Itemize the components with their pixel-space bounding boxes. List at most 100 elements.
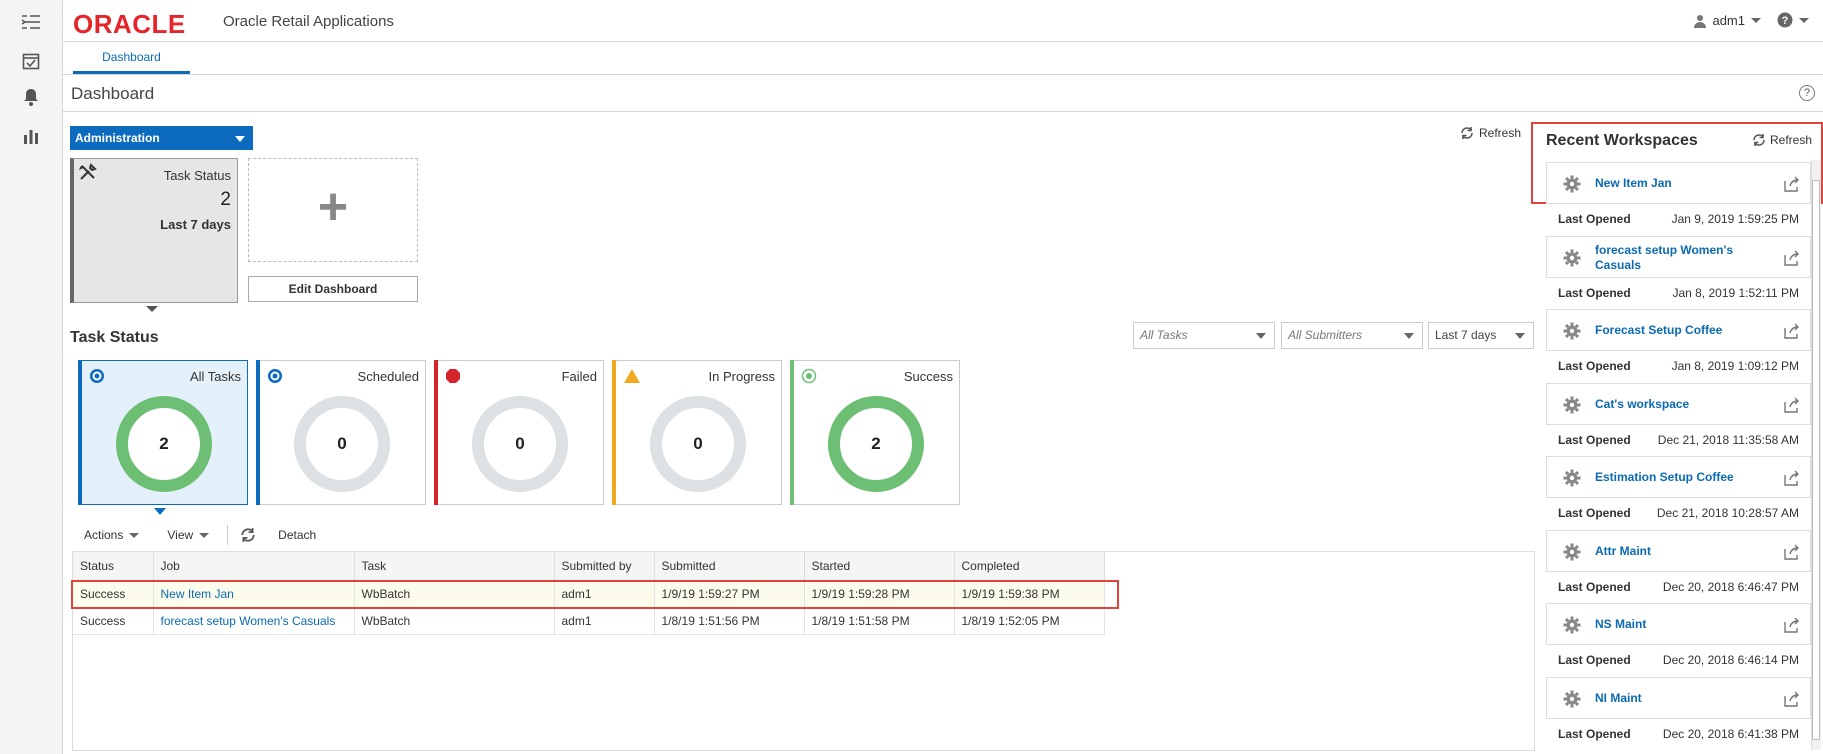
column-header[interactable]: Completed bbox=[954, 552, 1105, 581]
workspaces-refresh-button[interactable]: Refresh bbox=[1752, 133, 1812, 147]
open-external-icon[interactable] bbox=[1784, 617, 1800, 636]
column-header[interactable]: Task bbox=[354, 552, 555, 581]
detach-button[interactable]: Detach bbox=[278, 528, 316, 542]
cell-submitted-by: adm1 bbox=[554, 607, 655, 635]
card-count: 0 bbox=[472, 396, 568, 492]
actions-menu[interactable]: Actions bbox=[84, 528, 140, 542]
table-refresh-button[interactable] bbox=[240, 527, 256, 543]
oracle-logo: ORACLE bbox=[73, 9, 186, 39]
workspace-item[interactable]: New Item Jan bbox=[1546, 162, 1811, 204]
open-external-icon[interactable] bbox=[1784, 470, 1800, 489]
scrollbar-thumb[interactable] bbox=[1812, 180, 1820, 740]
cell-completed: 1/8/19 1:52:05 PM bbox=[954, 607, 1105, 635]
column-header[interactable]: Started bbox=[804, 552, 955, 581]
column-header[interactable]: Submitted bbox=[654, 552, 805, 581]
card-bar bbox=[790, 360, 794, 505]
help-menu[interactable]: ? bbox=[1777, 12, 1809, 28]
workspace-link[interactable]: forecast setup Women's Casuals bbox=[1595, 243, 1770, 273]
actions-label: Actions bbox=[84, 528, 124, 542]
workspace-link[interactable]: Forecast Setup Coffee bbox=[1595, 323, 1770, 338]
card-failed[interactable]: Failed 0 bbox=[434, 360, 604, 505]
user-name: adm1 bbox=[1712, 13, 1745, 28]
reports-icon[interactable] bbox=[19, 124, 43, 148]
open-external-icon[interactable] bbox=[1784, 397, 1800, 416]
menu-icon[interactable] bbox=[19, 10, 43, 34]
card-success[interactable]: Success 2 bbox=[790, 360, 960, 505]
open-external-icon[interactable] bbox=[1784, 691, 1800, 710]
workspace-last-opened: Last Opened Dec 20, 2018 6:46:14 PM bbox=[1546, 653, 1811, 669]
card-bar bbox=[256, 360, 260, 505]
workspace-item[interactable]: forecast setup Women's Casuals bbox=[1546, 236, 1811, 278]
workspace-link[interactable]: Attr Maint bbox=[1595, 544, 1770, 559]
page-help-icon[interactable]: ? bbox=[1799, 85, 1815, 101]
last-opened-label: Last Opened bbox=[1558, 433, 1631, 447]
period-filter[interactable]: Last 7 days bbox=[1428, 322, 1534, 349]
tab-dashboard[interactable]: Dashboard bbox=[73, 43, 190, 74]
card-scheduled[interactable]: Scheduled 0 bbox=[256, 360, 426, 505]
workspace-last-opened: Last Opened Jan 8, 2019 1:52:11 PM bbox=[1546, 286, 1811, 302]
workspace-item[interactable]: NS Maint bbox=[1546, 603, 1811, 645]
refresh-icon bbox=[1461, 127, 1473, 139]
workspace-item[interactable]: NI Maint bbox=[1546, 677, 1811, 719]
workspace-last-opened: Last Opened Jan 8, 2019 1:09:12 PM bbox=[1546, 359, 1811, 375]
submitters-filter-value: All Submitters bbox=[1288, 328, 1363, 342]
workspace-item[interactable]: Estimation Setup Coffee bbox=[1546, 456, 1811, 498]
chevron-down-icon bbox=[1515, 333, 1525, 339]
help-icon: ? bbox=[1777, 12, 1793, 28]
workspace-last-opened: Last Opened Dec 20, 2018 6:41:38 PM bbox=[1546, 727, 1811, 743]
chevron-down-icon bbox=[1404, 333, 1414, 339]
last-opened-value: Jan 8, 2019 1:09:12 PM bbox=[1671, 359, 1799, 373]
user-menu[interactable]: adm1 bbox=[1694, 13, 1761, 28]
workspace-link[interactable]: Estimation Setup Coffee bbox=[1595, 470, 1770, 485]
tile-period: Last 7 days bbox=[160, 217, 231, 232]
card-count: 2 bbox=[828, 396, 924, 492]
workspace-item[interactable]: Cat's workspace bbox=[1546, 383, 1811, 425]
task-status-title: Task Status bbox=[70, 329, 159, 346]
open-external-icon[interactable] bbox=[1784, 250, 1800, 269]
dashboard-select[interactable]: Administration bbox=[70, 126, 253, 150]
task-status-tile[interactable]: Task Status 2 Last 7 days bbox=[70, 158, 238, 303]
top-bar: ORACLE Oracle Retail Applications adm1 ? bbox=[63, 0, 1823, 42]
last-opened-label: Last Opened bbox=[1558, 727, 1631, 741]
refresh-button[interactable]: Refresh bbox=[1460, 126, 1521, 140]
tab-strip: Dashboard bbox=[63, 43, 1823, 75]
last-opened-label: Last Opened bbox=[1558, 506, 1631, 520]
tile-expand-icon[interactable] bbox=[146, 306, 158, 312]
submitters-filter[interactable]: All Submitters bbox=[1281, 322, 1423, 349]
column-header[interactable]: Job bbox=[153, 552, 355, 581]
refresh-icon bbox=[241, 528, 255, 542]
period-filter-value: Last 7 days bbox=[1435, 328, 1497, 342]
open-external-icon[interactable] bbox=[1784, 323, 1800, 342]
tasks-icon[interactable] bbox=[19, 49, 43, 73]
page-title: Dashboard bbox=[71, 84, 155, 103]
workspace-link[interactable]: NS Maint bbox=[1595, 617, 1770, 632]
column-header[interactable]: Submitted by bbox=[554, 552, 655, 581]
card-in-progress[interactable]: In Progress 0 bbox=[612, 360, 782, 505]
add-tile-button[interactable]: + bbox=[248, 158, 418, 262]
card-all-tasks[interactable]: All Tasks 2 bbox=[78, 360, 248, 505]
view-menu[interactable]: View bbox=[167, 528, 210, 542]
table-row[interactable]: Success forecast setup Women's Casuals W… bbox=[73, 607, 1105, 635]
edit-dashboard-button[interactable]: Edit Dashboard bbox=[248, 276, 418, 302]
workspace-link[interactable]: Cat's workspace bbox=[1595, 397, 1770, 412]
cell-started: 1/8/19 1:51:58 PM bbox=[804, 607, 955, 635]
workspace-item[interactable]: Attr Maint bbox=[1546, 530, 1811, 572]
cell-job: forecast setup Women's Casuals bbox=[153, 607, 355, 635]
workspace-link[interactable]: New Item Jan bbox=[1595, 176, 1770, 191]
open-external-icon[interactable] bbox=[1784, 176, 1800, 195]
workspace-link[interactable]: NI Maint bbox=[1595, 691, 1770, 706]
last-opened-value: Dec 20, 2018 6:41:38 PM bbox=[1662, 727, 1799, 741]
gear-icon bbox=[1563, 690, 1581, 711]
dashboard-select-value: Administration bbox=[75, 131, 160, 145]
page-header: Dashboard ? bbox=[63, 76, 1823, 112]
card-bar bbox=[78, 360, 82, 505]
column-header[interactable]: Status bbox=[73, 552, 154, 581]
notifications-icon[interactable] bbox=[19, 85, 43, 109]
app-name: Oracle Retail Applications bbox=[223, 13, 394, 30]
open-external-icon[interactable] bbox=[1784, 544, 1800, 563]
tasks-filter[interactable]: All Tasks bbox=[1133, 322, 1275, 349]
workspace-item[interactable]: Forecast Setup Coffee bbox=[1546, 309, 1811, 351]
last-opened-value: Jan 9, 2019 1:59:25 PM bbox=[1671, 212, 1799, 226]
job-link[interactable]: forecast setup Women's Casuals bbox=[161, 614, 336, 628]
last-opened-label: Last Opened bbox=[1558, 653, 1631, 667]
